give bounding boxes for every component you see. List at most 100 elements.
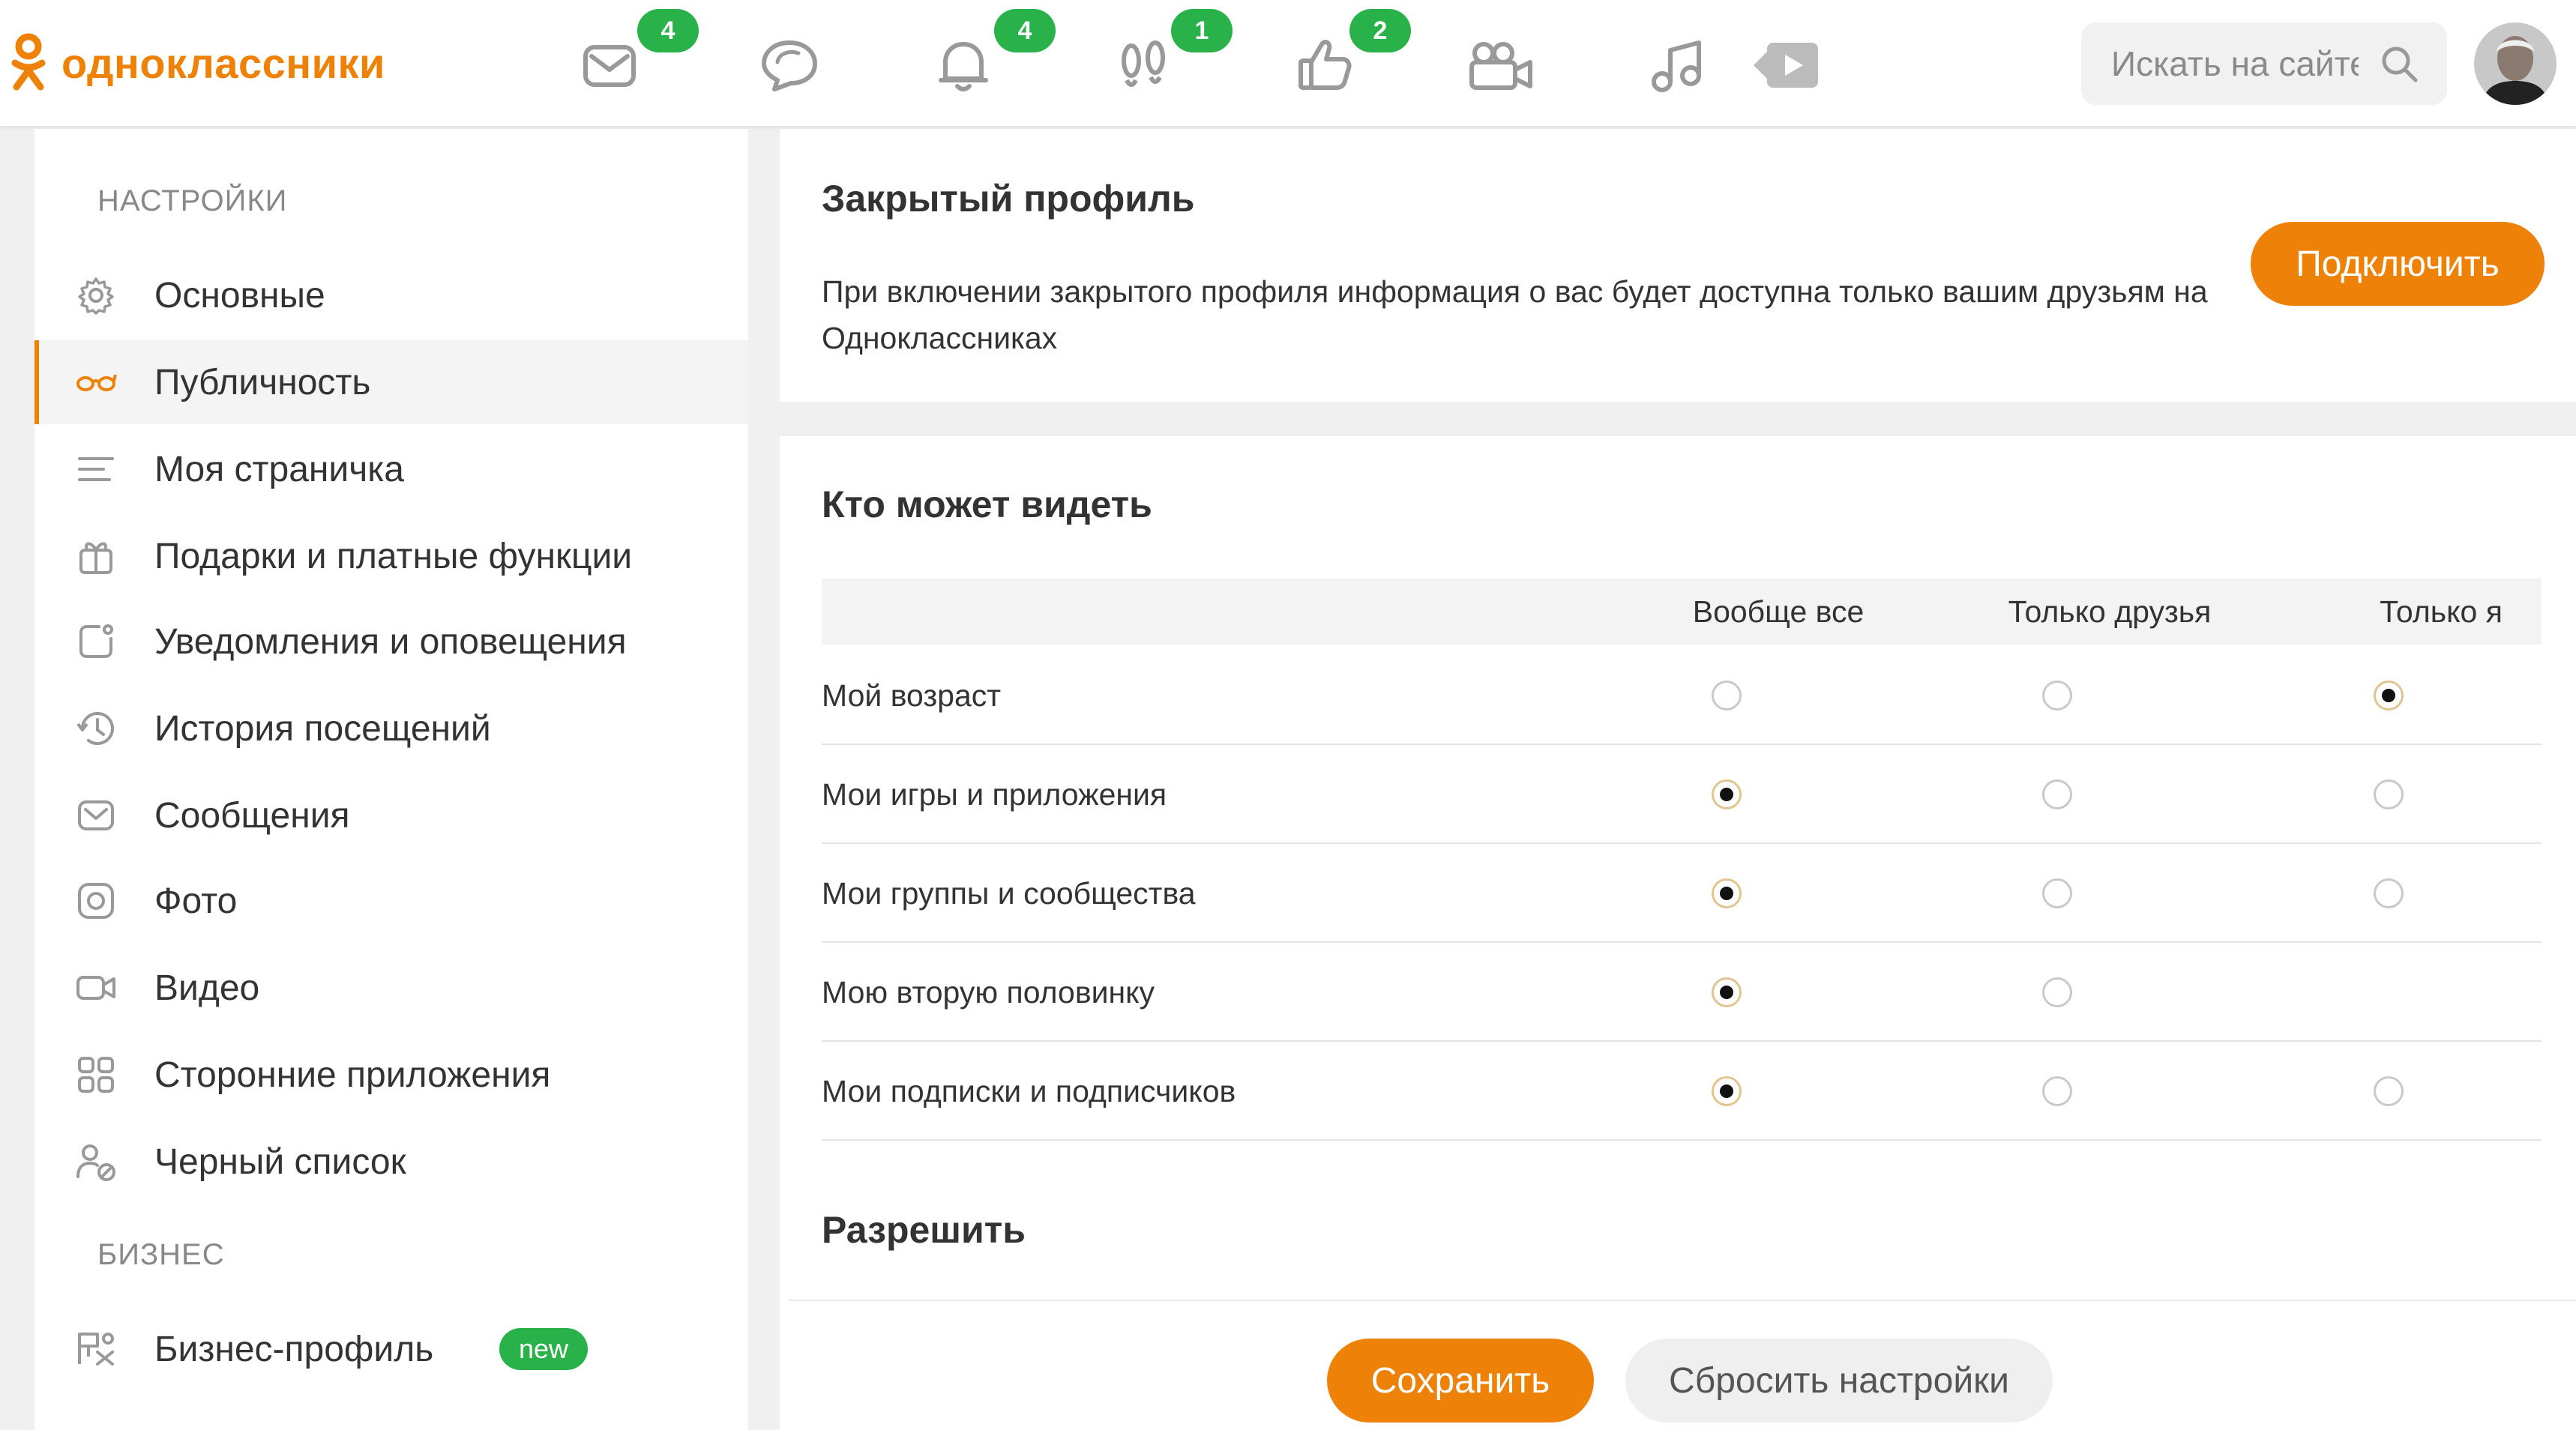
sidebar-item-my-page[interactable]: Моя страничка	[34, 427, 748, 511]
visibility-table-header: Вообще все Только друзья Только я	[822, 579, 2542, 645]
blocked-user-icon	[75, 1141, 117, 1183]
footprints-icon	[1122, 40, 1165, 87]
sidebar-item-photo[interactable]: Фото	[34, 859, 748, 943]
search-input[interactable]	[2111, 43, 2359, 84]
chat-icon	[762, 40, 817, 91]
reset-settings-button[interactable]: Сбросить настройки	[1625, 1339, 2053, 1423]
sidebar-item-label: Видео	[154, 968, 260, 1008]
nav-music[interactable]	[1636, 24, 1718, 106]
closed-profile-description: При включении закрытого профиля информац…	[822, 274, 2208, 355]
video-icon	[75, 967, 117, 1009]
video-play-icon	[1754, 43, 1818, 88]
history-icon	[75, 708, 117, 749]
thumbs-up-icon	[1298, 40, 1352, 90]
bell-icon	[939, 42, 988, 91]
ok-logo-icon	[11, 33, 46, 91]
sidebar-item-notifications[interactable]: Уведомления и оповещения	[34, 600, 748, 684]
glasses-icon	[75, 361, 117, 403]
column-only-me: Только я	[2380, 594, 2503, 629]
radio-friends-only[interactable]	[2042, 779, 2072, 809]
sidebar-item-messages[interactable]: Сообщения	[34, 773, 748, 857]
sidebar-item-blacklist[interactable]: Черный список	[34, 1120, 748, 1204]
messages-badge: 4	[637, 9, 699, 52]
logo[interactable]: одноклассники	[10, 25, 385, 100]
mail-icon	[583, 45, 636, 87]
notifications-badge: 4	[994, 9, 1056, 52]
radio-friends-only[interactable]	[2042, 878, 2072, 908]
sidebar-item-label: Моя страничка	[154, 449, 404, 489]
music-icon	[1652, 40, 1701, 92]
visibility-row: Мои подписки и подписчиков	[822, 1042, 2542, 1141]
sidebar-item-main[interactable]: Основные	[34, 253, 748, 337]
lines-icon	[75, 448, 117, 490]
sidebar-item-history[interactable]: История посещений	[34, 687, 748, 770]
video-camera-icon	[1469, 42, 1532, 90]
search-box[interactable]	[2081, 22, 2447, 105]
visibility-row-label: Мои игры и приложения	[822, 776, 1167, 812]
visibility-row-label: Мои подписки и подписчиков	[822, 1073, 1236, 1108]
visibility-row-label: Мой возраст	[822, 678, 1002, 713]
nav-discussions[interactable]	[748, 24, 831, 106]
sidebar-item-label: Уведомления и оповещения	[154, 621, 627, 662]
radio-everyone[interactable]	[1712, 878, 1742, 908]
divider	[789, 1300, 2576, 1301]
closed-profile-title: Закрытый профиль	[822, 178, 1195, 220]
avatar[interactable]	[2474, 22, 2557, 105]
apps-icon	[75, 1054, 117, 1096]
camera-icon	[75, 880, 117, 922]
sidebar-item-business-profile[interactable]: Бизнес-профиль new	[34, 1307, 748, 1391]
column-friends-only: Только друзья	[2008, 594, 2212, 629]
gift-icon	[75, 535, 117, 577]
user-photo-icon	[2474, 22, 2557, 105]
radio-friends-only[interactable]	[2042, 681, 2072, 711]
radio-only-me[interactable]	[2374, 878, 2404, 908]
visibility-card: Кто может видеть Вообще все Только друзь…	[780, 436, 2576, 1430]
radio-everyone[interactable]	[1712, 681, 1742, 711]
visibility-row-label: Мою вторую половинку	[822, 974, 1155, 1010]
top-bar: одноклассники 4 4 1 2	[0, 0, 2576, 126]
sidebar-item-publicity[interactable]: Публичность	[34, 340, 748, 424]
sidebar-item-label: Основные	[154, 275, 325, 316]
radio-only-me[interactable]	[2374, 681, 2404, 711]
radio-everyone[interactable]	[1712, 1076, 1742, 1106]
visibility-row-label: Мои группы и сообщества	[822, 875, 1196, 911]
sidebar-section-settings: НАСТРОЙКИ	[97, 184, 288, 217]
radio-only-me[interactable]	[2374, 1076, 2404, 1106]
radio-everyone[interactable]	[1712, 779, 1742, 809]
visibility-row: Мой возраст	[822, 646, 2542, 745]
sidebar-item-label: Сообщения	[154, 795, 350, 836]
gear-icon	[75, 274, 117, 316]
sidebar-item-apps[interactable]: Сторонние приложения	[34, 1033, 748, 1117]
save-button[interactable]: Сохранить	[1327, 1339, 1594, 1423]
enable-closed-profile-button[interactable]: Подключить	[2251, 222, 2545, 306]
new-badge: new	[499, 1328, 589, 1370]
guests-badge: 1	[1171, 9, 1233, 52]
sidebar-item-gifts[interactable]: Подарки и платные функции	[34, 514, 748, 598]
sidebar-item-label: Подарки и платные функции	[154, 536, 633, 576]
sidebar-item-label: Фото	[154, 881, 238, 921]
nav-video-play[interactable]	[1745, 24, 1828, 106]
radio-only-me[interactable]	[2374, 779, 2404, 809]
sidebar-section-business: БИЗНЕС	[97, 1238, 225, 1271]
visibility-row: Мою вторую половинку	[822, 943, 2542, 1042]
sidebar-item-label: Черный список	[154, 1141, 406, 1182]
message-icon	[75, 794, 117, 836]
search-icon[interactable]	[2378, 43, 2420, 85]
radio-everyone[interactable]	[1712, 977, 1742, 1007]
radio-friends-only[interactable]	[2042, 1076, 2072, 1106]
sidebar-item-label: Публичность	[154, 362, 371, 402]
sidebar-item-video[interactable]: Видео	[34, 946, 748, 1030]
visibility-title: Кто может видеть	[822, 483, 1152, 525]
visibility-row: Мои игры и приложения	[822, 745, 2542, 844]
sidebar-item-label: Сторонние приложения	[154, 1055, 551, 1095]
nav-notifications[interactable]	[922, 24, 1005, 106]
visibility-row: Мои группы и сообщества	[822, 844, 2542, 943]
events-badge: 2	[1349, 9, 1411, 52]
radio-friends-only[interactable]	[2042, 977, 2072, 1007]
logo-text: одноклассники	[61, 39, 385, 87]
nav-video[interactable]	[1460, 24, 1543, 106]
closed-profile-card: Закрытый профиль При включении закрытого…	[780, 129, 2576, 402]
sidebar-item-label: История посещений	[154, 708, 491, 749]
column-everyone: Вообще все	[1692, 594, 1865, 629]
settings-sidebar: НАСТРОЙКИ Основные Публичность Моя стран…	[34, 129, 748, 1430]
